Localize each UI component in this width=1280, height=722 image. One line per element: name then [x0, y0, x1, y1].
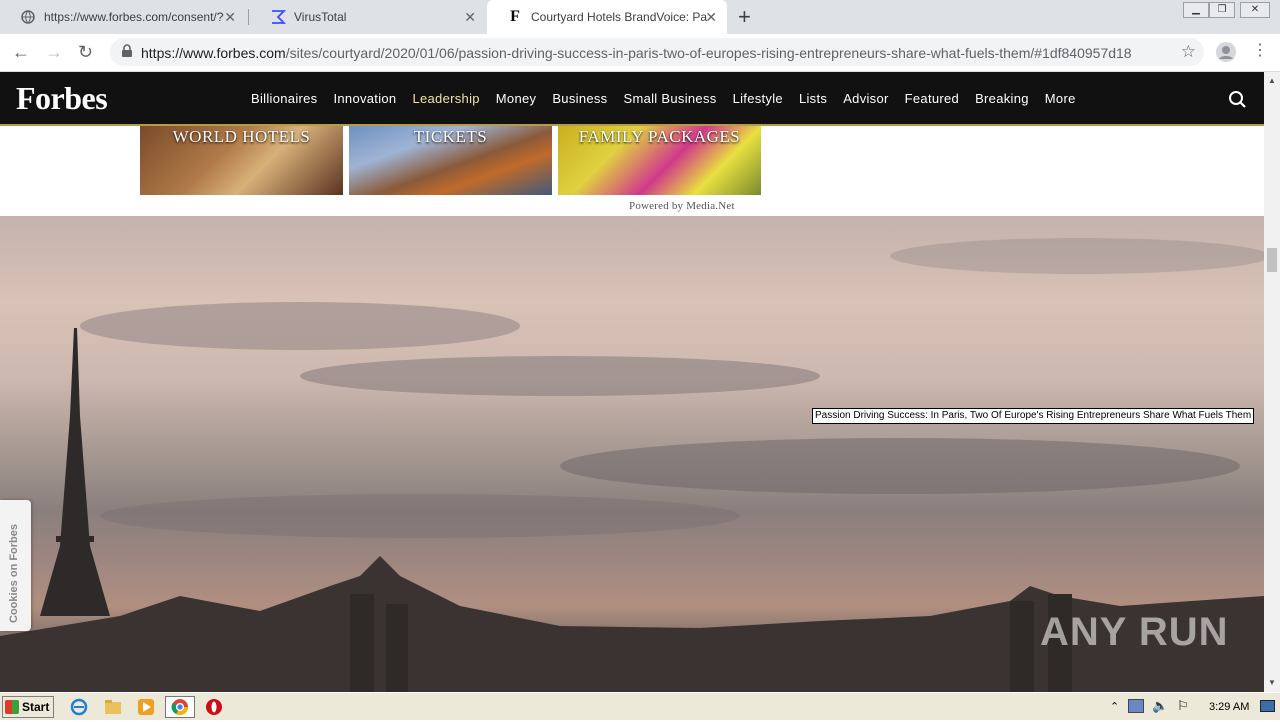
bookmark-star-icon[interactable]: ☆ — [1181, 42, 1196, 62]
chrome-taskbar-button[interactable] — [165, 696, 195, 718]
lock-icon — [121, 44, 133, 63]
browser-toolbar: ← → ↻ https://www.forbes.com/sites/court… — [0, 34, 1280, 72]
forbes-nav-menu: Billionaires Innovation Leadership Money… — [251, 91, 1092, 106]
address-bar[interactable]: https://www.forbes.com/sites/courtyard/2… — [110, 38, 1204, 66]
windows-logo-icon — [5, 700, 19, 714]
tab-virustotal[interactable]: VirusTotal ✕ — [250, 0, 486, 34]
start-button[interactable]: Start — [2, 696, 54, 718]
network-tray-icon[interactable] — [1128, 699, 1144, 713]
forbes-logo[interactable]: Forbes — [16, 80, 108, 117]
anyrun-watermark: ANY RUN — [1040, 610, 1229, 654]
volume-tray-icon[interactable]: 🔈 — [1152, 698, 1168, 714]
file-explorer-icon[interactable] — [104, 698, 122, 716]
opera-icon[interactable] — [205, 698, 223, 716]
url-host: https://www.forbes.com — [141, 45, 286, 61]
scroll-up-arrow-icon[interactable]: ▲ — [1268, 76, 1276, 85]
ad-tile-label: WORLD HOTELS — [172, 127, 311, 146]
cookies-on-forbes-tab[interactable]: Cookies on Forbes — [0, 500, 31, 631]
ad-tile-family-packages[interactable]: FAMILY PACKAGES — [558, 126, 761, 195]
scrollbar-thumb[interactable] — [1267, 248, 1277, 272]
tab-courtyard-active[interactable]: F Courtyard Hotels BrandVoice: Passio ✕ — [487, 0, 727, 34]
forbes-f-icon: F — [510, 8, 520, 25]
profile-avatar-icon[interactable] — [1215, 41, 1237, 68]
tab-separator — [248, 9, 249, 25]
tab-label: Courtyard Hotels BrandVoice: Passio — [531, 10, 707, 24]
taskbar-clock[interactable]: 3:29 AM — [1209, 701, 1249, 713]
ad-tile-tickets[interactable]: TICKETS — [349, 126, 552, 195]
tab-forbes-consent[interactable]: https://www.forbes.com/consent/?t ✕ — [0, 0, 246, 34]
show-desktop-icon[interactable] — [1260, 700, 1275, 712]
nav-lifestyle[interactable]: Lifestyle — [733, 91, 783, 106]
new-tab-button[interactable]: + — [738, 6, 751, 28]
nav-billionaires[interactable]: Billionaires — [251, 91, 317, 106]
restore-button[interactable]: ❐ — [1209, 2, 1235, 18]
action-center-flag-icon[interactable]: ⚐ — [1177, 698, 1189, 714]
menu-kebab-icon[interactable]: ⋮ — [1252, 43, 1268, 59]
browser-tab-strip: https://www.forbes.com/consent/?t ✕ Viru… — [0, 0, 1280, 34]
forbes-navbar: Forbes Billionaires Innovation Leadershi… — [0, 72, 1264, 126]
nav-small-business[interactable]: Small Business — [623, 91, 716, 106]
ad-strip: WORLD HOTELS TICKETS FAMILY PACKAGES Pow… — [0, 126, 1264, 216]
nav-money[interactable]: Money — [496, 91, 537, 106]
nav-business[interactable]: Business — [552, 91, 607, 106]
ad-tile-label: FAMILY PACKAGES — [578, 127, 741, 146]
close-tab-icon[interactable]: ✕ — [224, 10, 236, 24]
back-arrow-icon[interactable]: ← — [12, 42, 30, 62]
reload-icon[interactable]: ↻ — [78, 42, 93, 62]
virustotal-icon — [270, 9, 286, 25]
internet-explorer-icon[interactable] — [70, 698, 88, 716]
url-text: https://www.forbes.com/sites/courtyard/2… — [141, 45, 1132, 61]
close-window-button[interactable]: ✕ — [1240, 2, 1270, 18]
close-tab-icon[interactable]: ✕ — [705, 10, 717, 24]
media-player-icon[interactable] — [137, 698, 155, 716]
start-label: Start — [22, 700, 50, 714]
search-icon[interactable] — [1228, 90, 1247, 114]
nav-featured[interactable]: Featured — [905, 91, 959, 106]
ad-tile-label: TICKETS — [413, 127, 488, 146]
windows-taskbar: Start ⌃ 🔈 ⚐ 3:29 AM — [0, 692, 1280, 720]
powered-by-label[interactable]: Powered by Media.Net — [629, 200, 735, 212]
nav-more[interactable]: More — [1045, 91, 1076, 106]
minimize-button[interactable]: ▁ — [1183, 2, 1209, 18]
tab-label: https://www.forbes.com/consent/?t — [44, 10, 224, 24]
nav-innovation[interactable]: Innovation — [333, 91, 396, 106]
ad-tile-world-hotels[interactable]: WORLD HOTELS — [140, 126, 343, 195]
scroll-down-arrow-icon[interactable]: ▼ — [1268, 678, 1276, 687]
forward-arrow-icon[interactable]: → — [45, 42, 63, 62]
url-path: /sites/courtyard/2020/01/06/passion-driv… — [285, 45, 1132, 61]
close-tab-icon[interactable]: ✕ — [464, 10, 476, 24]
page-scrollbar[interactable]: ▲ ▼ — [1264, 72, 1280, 692]
cookies-tab-label: Cookies on Forbes — [8, 523, 20, 623]
nav-advisor[interactable]: Advisor — [843, 91, 888, 106]
nav-lists[interactable]: Lists — [799, 91, 827, 106]
tray-expand-icon[interactable]: ⌃ — [1110, 700, 1119, 713]
link-tooltip: Passion Driving Success: In Paris, Two O… — [812, 408, 1255, 424]
tab-label: VirusTotal — [294, 10, 347, 24]
nav-leadership[interactable]: Leadership — [412, 91, 479, 106]
nav-breaking[interactable]: Breaking — [975, 91, 1029, 106]
globe-icon — [20, 9, 36, 25]
